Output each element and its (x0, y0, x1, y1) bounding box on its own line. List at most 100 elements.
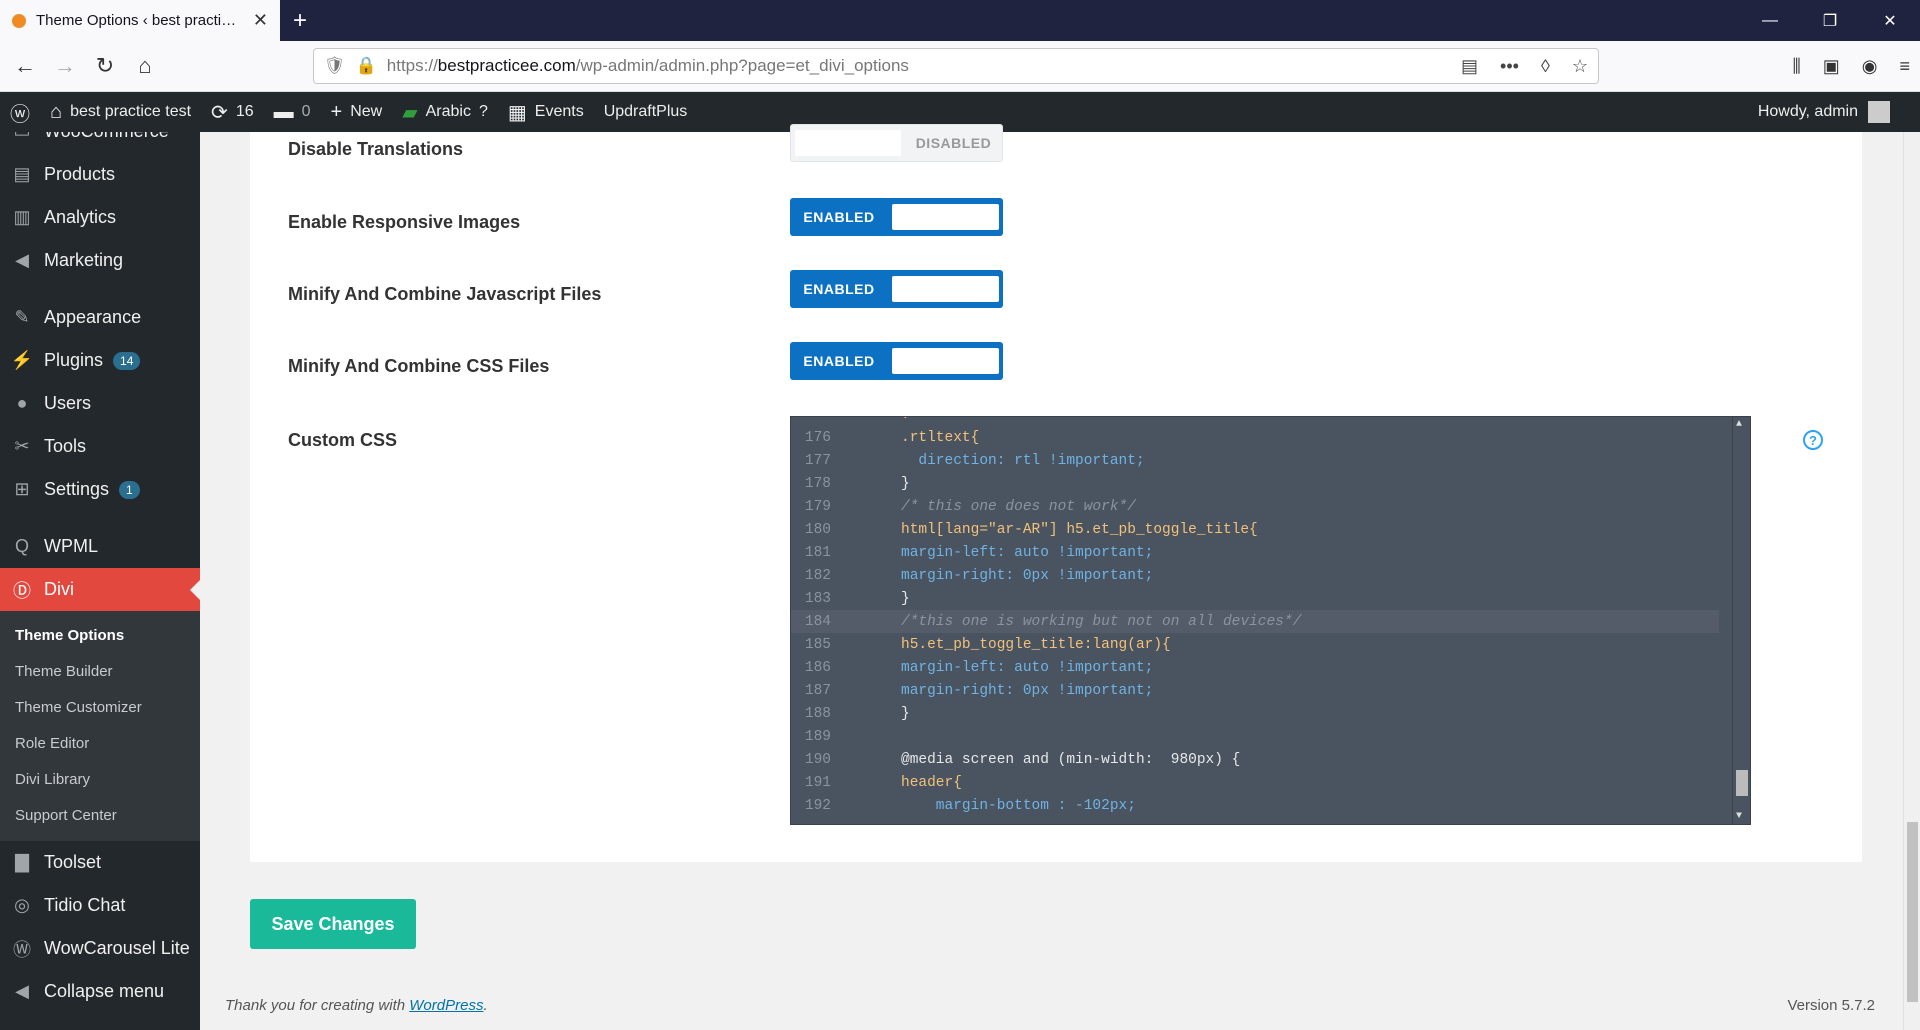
submenu-support-center[interactable]: Support Center (0, 797, 200, 833)
sidebar-item-divi[interactable]: Ⓓ Divi (0, 568, 200, 611)
code-line: 192 margin-bottom : -102px; (804, 797, 1136, 814)
carousel-icon: Ⓦ (13, 939, 31, 960)
back-icon[interactable]: ← (5, 46, 45, 86)
plus-icon: + (330, 100, 343, 123)
box-icon: ▤ (13, 164, 31, 184)
reader-view-icon[interactable]: ▤ (1461, 56, 1478, 77)
submenu-divi-library[interactable]: Divi Library (0, 761, 200, 797)
updraftplus-link[interactable]: UpdraftPlus (594, 92, 698, 132)
tab-title: Theme Options ‹ best practice test (36, 12, 243, 29)
save-changes-button[interactable]: Save Changes (250, 899, 416, 949)
submenu-theme-customizer[interactable]: Theme Customizer (0, 689, 200, 725)
minimize-icon[interactable]: — (1740, 0, 1800, 41)
new-tab-icon[interactable]: + (280, 0, 320, 41)
sidebar-item-tools[interactable]: ✂ Tools (0, 425, 200, 468)
plugins-count-badge: 14 (113, 351, 141, 370)
more-actions-icon[interactable]: ••• (1500, 56, 1519, 77)
submenu-theme-options[interactable]: Theme Options (0, 617, 200, 653)
help-icon: ? (478, 103, 488, 120)
forward-icon[interactable]: → (45, 46, 85, 86)
reload-icon[interactable]: ↻ (85, 46, 125, 86)
code-line: 186 margin-left: auto !important; (804, 659, 1154, 676)
code-line: . (791, 417, 1719, 426)
comments-link[interactable]: ▬ 0 (264, 92, 321, 132)
sidebar-icon[interactable]: ▣ (1823, 56, 1840, 77)
sidebar-item-tidio-chat[interactable]: ◎ Tidio Chat (0, 884, 200, 927)
sidebar-item-settings[interactable]: ⊞ Settings 1 (0, 468, 200, 511)
browser-nav-bar: ← → ↻ ⌂ 🛡 🔒 https://bestpracticee.com/wp… (0, 41, 1920, 92)
sidebar-item-marketing[interactable]: ◀ Marketing (0, 239, 200, 282)
submenu-role-editor[interactable]: Role Editor (0, 725, 200, 761)
custom-css-editor[interactable]: . 176.rtltext{ 177 direction: rtl !impor… (790, 416, 1751, 825)
sidebar-item-products[interactable]: ▤ Products (0, 153, 200, 196)
scrollbar-thumb[interactable] (1736, 770, 1748, 796)
restore-icon[interactable]: ❐ (1800, 0, 1860, 41)
browser-tab[interactable]: Theme Options ‹ best practice test ✕ (0, 0, 280, 41)
submenu-theme-builder[interactable]: Theme Builder (0, 653, 200, 689)
chart-icon: ▥ (13, 207, 31, 227)
sidebar-item-wowcarousel[interactable]: Ⓦ WowCarousel Lite (0, 927, 200, 970)
sidebar-item-users[interactable]: ● Users (0, 382, 200, 425)
bookmark-star-icon[interactable]: ☆ (1572, 56, 1588, 77)
sidebar-item-wpml[interactable]: Q WPML (0, 525, 200, 568)
code-line-active: 184/*this one is working but not on all … (791, 610, 1719, 633)
user-icon: ● (16, 393, 28, 413)
library-icon[interactable]: ⫼ (1792, 56, 1800, 77)
minify-css-toggle[interactable]: ENABLED (790, 342, 1003, 380)
collapse-menu-button[interactable]: ◀ Collapse menu (0, 970, 200, 1013)
code-line: 179/* this one does not work*/ (804, 498, 1136, 515)
language-switcher[interactable]: ▰ Arabic? (392, 92, 498, 132)
chat-icon: ◎ (14, 895, 30, 915)
url-bar[interactable]: 🛡 🔒 https://bestpracticee.com/wp-admin/a… (313, 48, 1599, 84)
comment-icon: ▬ (273, 100, 294, 123)
responsive-images-toggle[interactable]: ENABLED (790, 198, 1003, 236)
scroll-down-icon[interactable]: ▼ (1736, 811, 1742, 822)
sidebar-item-appearance[interactable]: ✎ Appearance (0, 296, 200, 339)
option-label-responsive-images: Enable Responsive Images (288, 212, 521, 232)
events-link[interactable]: ▦ Events (498, 92, 594, 132)
code-line: 176 .rtltext{ (804, 429, 980, 446)
close-window-icon[interactable]: ✕ (1860, 0, 1920, 41)
code-line: 180 html[lang="ar-AR"] h5.et_pb_toggle_ti… (804, 521, 1258, 538)
minify-js-toggle[interactable]: ENABLED (790, 270, 1003, 308)
sidebar-item-plugins[interactable]: ⚡ Plugins 14 (0, 339, 200, 382)
option-label-disable-translations: Disable Translations (288, 139, 464, 159)
shield-icon[interactable]: 🛡 (324, 56, 346, 76)
new-content-link[interactable]: + New (321, 92, 393, 132)
settings-count-badge: 1 (119, 480, 140, 499)
page-scrollbar-thumb[interactable] (1907, 822, 1918, 1002)
wordpress-link[interactable]: WordPress (409, 997, 483, 1014)
account-icon[interactable]: ◉ (1862, 56, 1878, 77)
favicon-icon (12, 13, 26, 28)
option-label-custom-css: Custom CSS (288, 430, 398, 450)
toggle-knob (892, 276, 999, 302)
page-scrollbar[interactable] (1903, 132, 1920, 1030)
wp-logo-icon[interactable]: ⓦ (0, 92, 40, 132)
updates-link[interactable]: ⟳ 16 (201, 92, 264, 132)
menu-icon[interactable]: ≡ (1899, 56, 1910, 77)
help-icon[interactable]: ? (1803, 430, 1823, 450)
woo-icon: ▭ (10, 132, 34, 142)
home-icon[interactable]: ⌂ (125, 46, 165, 86)
account-menu[interactable]: Howdy, admin (1758, 101, 1920, 123)
code-line: 177 direction: rtl !important; (804, 452, 1145, 469)
collapse-icon: ◀ (15, 981, 29, 1001)
toggle-knob (795, 130, 901, 156)
code-line: 183} (804, 590, 910, 607)
calendar-icon: ▦ (507, 101, 527, 124)
disable-translations-toggle[interactable]: DISABLED (790, 124, 1003, 162)
scroll-up-icon[interactable]: ▲ (1736, 419, 1742, 430)
sidebar-item-toolset[interactable]: ▇ Toolset (0, 841, 200, 884)
close-tab-icon[interactable]: ✕ (253, 10, 268, 31)
plugin-icon: ⚡ (10, 350, 34, 370)
brush-icon: ✎ (14, 307, 30, 327)
lock-icon[interactable]: 🔒 (356, 56, 377, 76)
sidebar-item-woocommerce[interactable]: ▭WooCommerce (0, 132, 200, 153)
theme-options-panel: Disable Translations DISABLED Enable Res… (250, 124, 1862, 862)
editor-scrollbar[interactable]: ▲ ▼ (1732, 417, 1750, 824)
site-name-link[interactable]: ⌂ best practice test (40, 92, 201, 132)
avatar (1868, 101, 1890, 123)
sidebar-item-analytics[interactable]: ▥ Analytics (0, 196, 200, 239)
code-line: 188} (804, 705, 910, 722)
pocket-icon[interactable]: ◊ (1541, 56, 1550, 77)
